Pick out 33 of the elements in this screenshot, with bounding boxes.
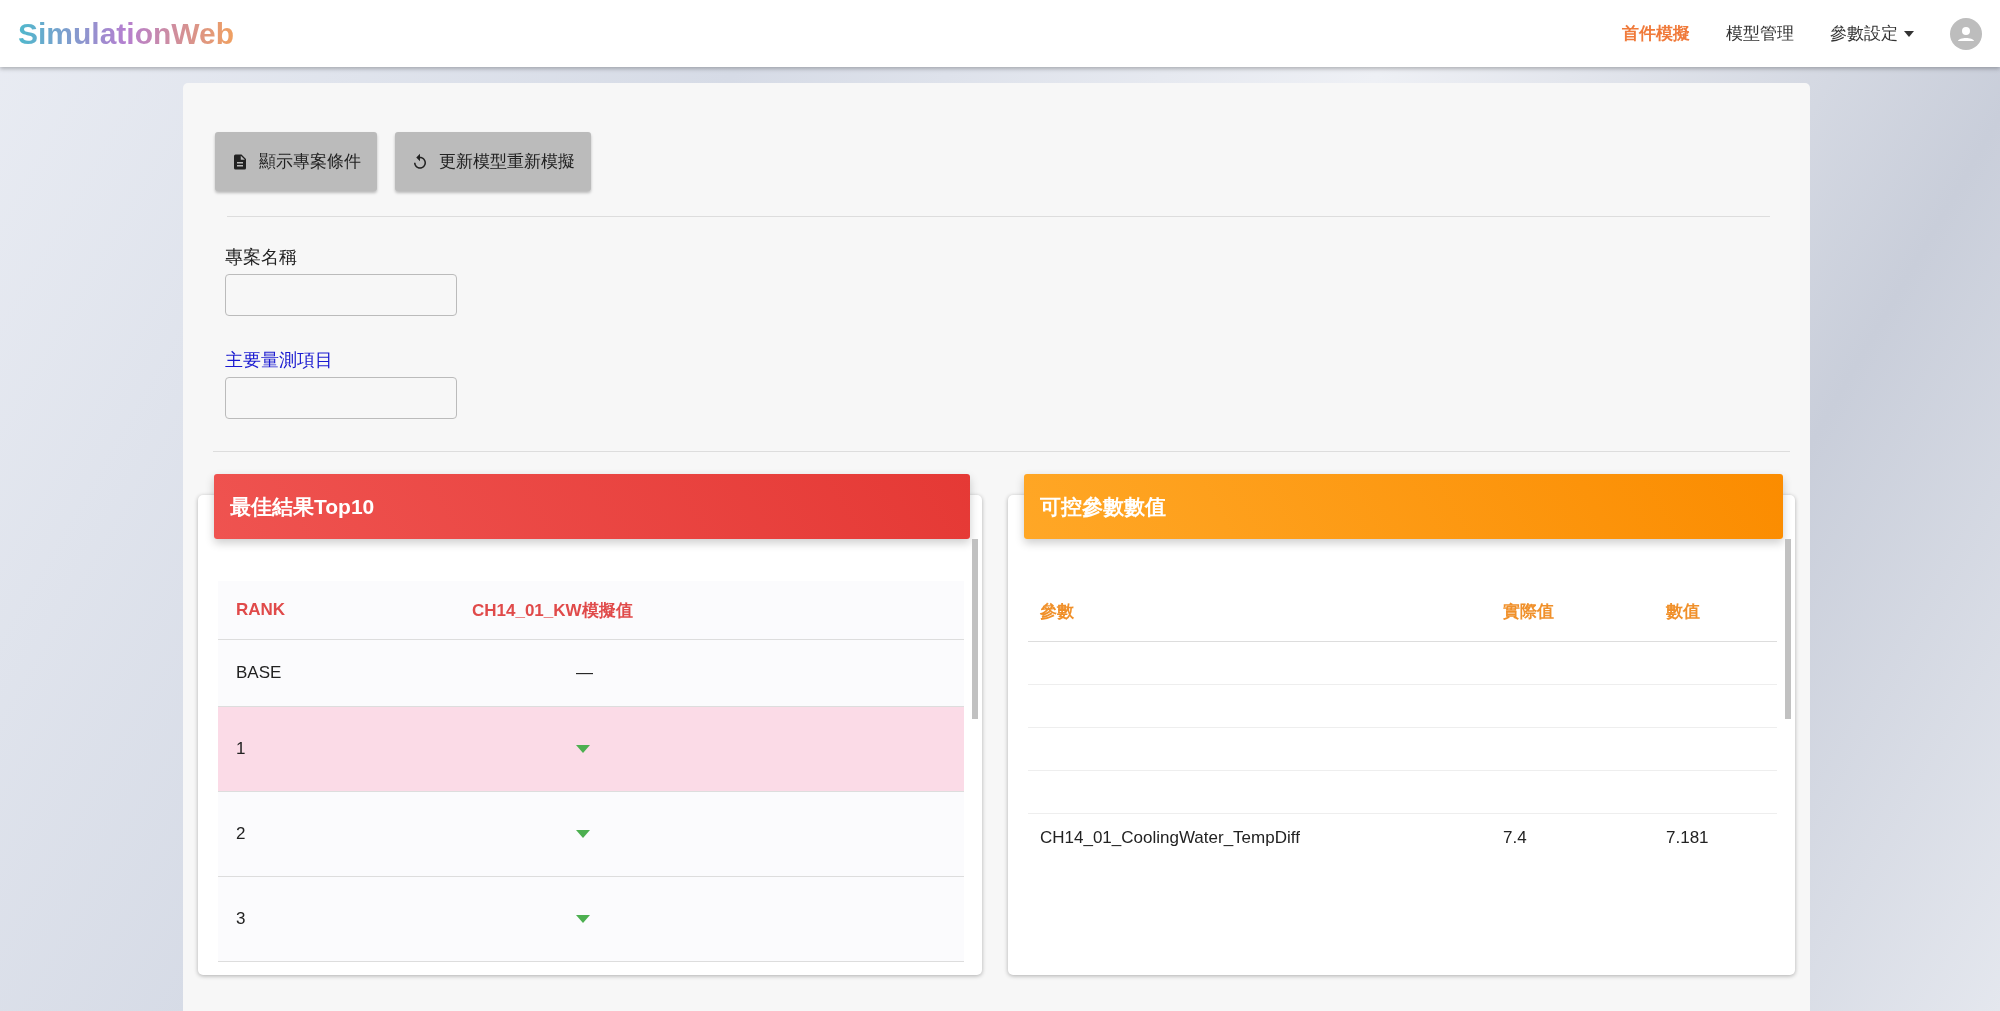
down-triangle-icon <box>576 745 590 753</box>
caret-icon <box>1904 30 1914 37</box>
rank-cell-text: 3 <box>235 909 247 929</box>
panel-title: 最佳結果Top10 <box>230 493 375 520</box>
column-header: 參數 <box>1028 581 1491 642</box>
column-header: 實際值 <box>1491 581 1654 642</box>
nav-link[interactable]: 參數設定 <box>1830 22 1914 45</box>
field-label: 主要量測項目 <box>225 349 334 372</box>
result-row[interactable]: 1 <box>218 707 964 792</box>
nav-link[interactable]: 模型管理 <box>1726 22 1794 45</box>
document-icon <box>231 152 249 171</box>
actual-value-cell: 7.4 <box>1491 813 1654 862</box>
toolbar-button[interactable]: 更新模型重新模擬 <box>395 132 591 191</box>
column-header: 數值 <box>1654 581 1777 642</box>
user-avatar-icon[interactable] <box>1950 17 1982 50</box>
column-header: RANK <box>235 600 287 620</box>
panel-title: 可控參數數值 <box>1040 493 1166 520</box>
column-header: CH14_01_KW模擬值 <box>471 599 633 622</box>
field-label: 專案名稱 <box>225 246 298 269</box>
rank-cell-text: 1 <box>235 739 247 759</box>
value-cell: 7.181 <box>1654 813 1777 862</box>
rank-cell-text: 2 <box>235 824 247 844</box>
refresh-icon <box>411 152 429 171</box>
input-field[interactable] <box>225 274 457 316</box>
scrollbar[interactable] <box>972 539 978 719</box>
toolbar-button[interactable]: 顯示專案條件 <box>215 132 377 191</box>
down-triangle-icon <box>576 915 590 923</box>
value-cell: — <box>576 663 593 683</box>
parameter-cell: CH14_01_CoolingWater_TempDiff <box>1028 813 1491 862</box>
rank-cell-text: BASE <box>235 663 283 683</box>
input-field[interactable] <box>225 377 457 419</box>
down-triangle-icon <box>576 830 590 838</box>
scrollbar[interactable] <box>1785 539 1791 719</box>
